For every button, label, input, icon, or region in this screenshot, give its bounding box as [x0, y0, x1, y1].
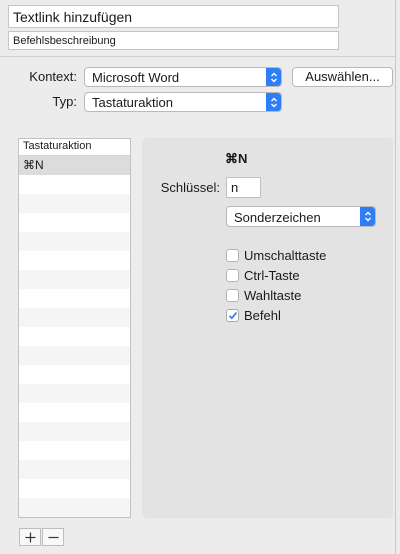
modifier-ctrl[interactable]: Ctrl-Taste	[226, 267, 300, 283]
type-label: Typ:	[52, 94, 77, 109]
type-popup[interactable]: Tastaturaktion	[84, 92, 282, 112]
option-label: Wahltaste	[244, 287, 302, 303]
up-down-chevron-icon	[266, 68, 281, 86]
plus-icon	[25, 532, 35, 542]
command-checkbox[interactable]	[226, 308, 239, 322]
window-edge	[395, 0, 396, 554]
shortcut-display: ⌘N	[225, 151, 248, 166]
list-item[interactable]: ⌘N	[19, 156, 130, 175]
up-down-chevron-icon	[360, 207, 375, 226]
key-field[interactable]: n	[226, 177, 261, 198]
remove-button[interactable]	[42, 528, 64, 546]
modifier-shift[interactable]: Umschalttaste	[226, 247, 326, 263]
context-label: Kontext:	[29, 69, 77, 84]
list-header: Tastaturaktion	[19, 139, 130, 156]
type-value: Tastaturaktion	[92, 95, 173, 110]
up-down-chevron-icon	[266, 93, 281, 111]
context-popup[interactable]: Microsoft Word	[84, 67, 282, 87]
minus-icon	[48, 536, 58, 538]
ctrl-checkbox[interactable]	[226, 268, 239, 282]
command-label: Befehl	[244, 307, 281, 323]
title-field[interactable]: Textlink hinzufügen	[8, 5, 339, 28]
shift-label: Umschalttaste	[244, 247, 327, 263]
description-field[interactable]: Befehlsbeschreibung	[8, 31, 339, 50]
add-button[interactable]	[19, 528, 41, 546]
key-label: Schlüssel:	[160, 180, 220, 195]
shift-checkbox[interactable]	[226, 248, 239, 262]
detail-panel	[142, 138, 393, 518]
key-type-value: Sonderzeichen	[234, 210, 321, 225]
ctrl-label: Ctrl-Taste	[244, 267, 300, 283]
checkmark-icon	[228, 311, 237, 319]
actions-list[interactable]: Tastaturaktion ⌘N	[18, 138, 131, 518]
modifier-option[interactable]: Wahltaste	[226, 287, 301, 303]
option-checkbox[interactable]	[226, 288, 239, 302]
key-type-popup[interactable]: Sonderzeichen	[226, 206, 376, 227]
separator	[0, 56, 395, 57]
list-background	[19, 175, 130, 517]
context-value: Microsoft Word	[92, 70, 180, 85]
modifier-command[interactable]: Befehl	[226, 307, 281, 323]
choose-button[interactable]: Auswählen...	[292, 67, 393, 87]
